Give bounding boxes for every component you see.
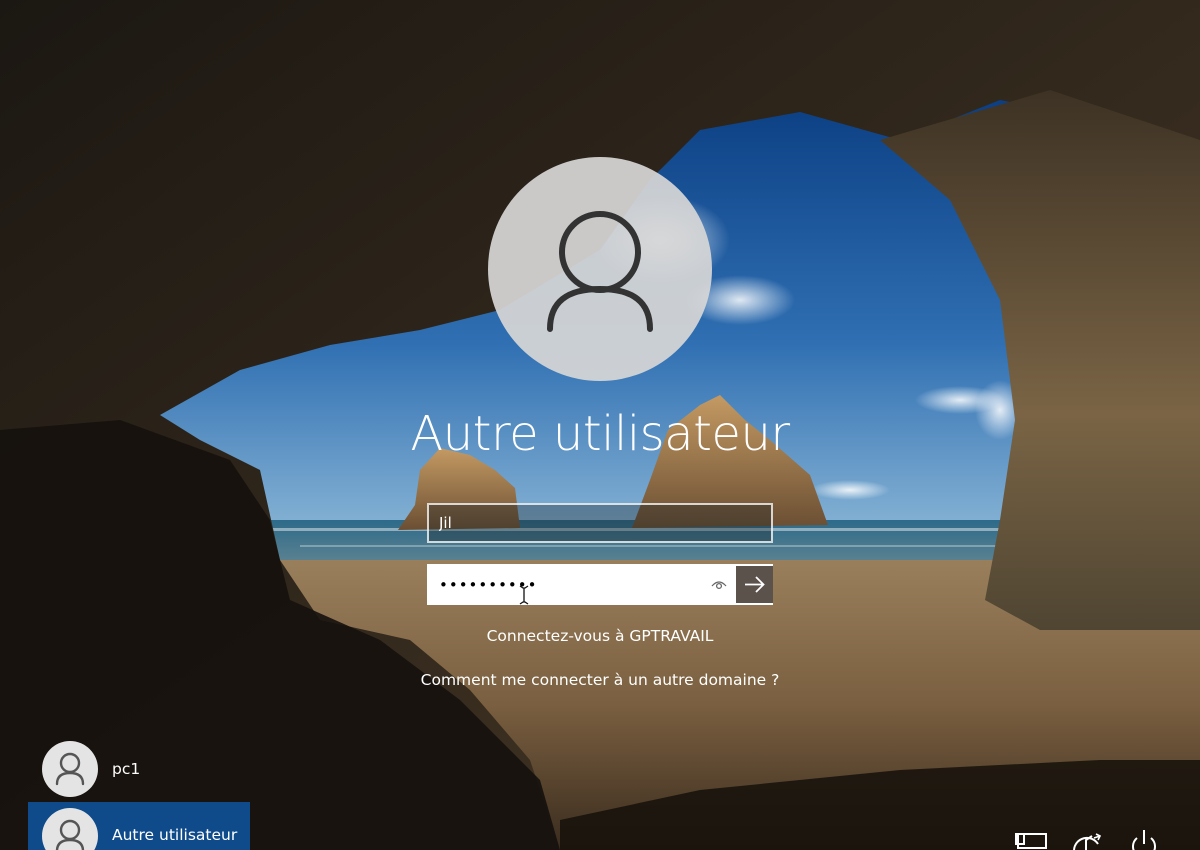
username-input[interactable] — [427, 503, 773, 543]
lock-screen: Autre utilisateur Connectez-vous à GPTRA… — [0, 0, 1200, 850]
user-avatar — [42, 808, 98, 850]
other-domain-link[interactable]: Comment me connecter à un autre domaine … — [400, 668, 800, 692]
network-icon[interactable] — [1012, 826, 1052, 850]
power-icon[interactable] — [1124, 826, 1164, 850]
user-icon — [55, 819, 85, 850]
text-cursor-icon — [519, 585, 529, 605]
arrow-right-icon — [745, 576, 765, 593]
user-avatar — [488, 157, 712, 381]
password-field — [427, 564, 773, 605]
eye-icon[interactable] — [709, 575, 729, 595]
password-input[interactable] — [429, 566, 719, 603]
user-avatar — [42, 741, 98, 797]
user-tile-label: pc1 — [112, 760, 141, 778]
user-title: Autre utilisateur — [410, 406, 790, 462]
user-tile-other-user[interactable]: Autre utilisateur — [28, 802, 250, 850]
user-icon — [547, 211, 653, 332]
user-tile-label: Autre utilisateur — [112, 826, 238, 844]
domain-text: Connectez-vous à GPTRAVAIL — [486, 627, 714, 645]
user-tile-pc1[interactable]: pc1 — [28, 738, 250, 802]
user-icon — [55, 752, 85, 786]
submit-button[interactable] — [736, 566, 773, 603]
accessibility-icon[interactable] — [1066, 826, 1106, 850]
